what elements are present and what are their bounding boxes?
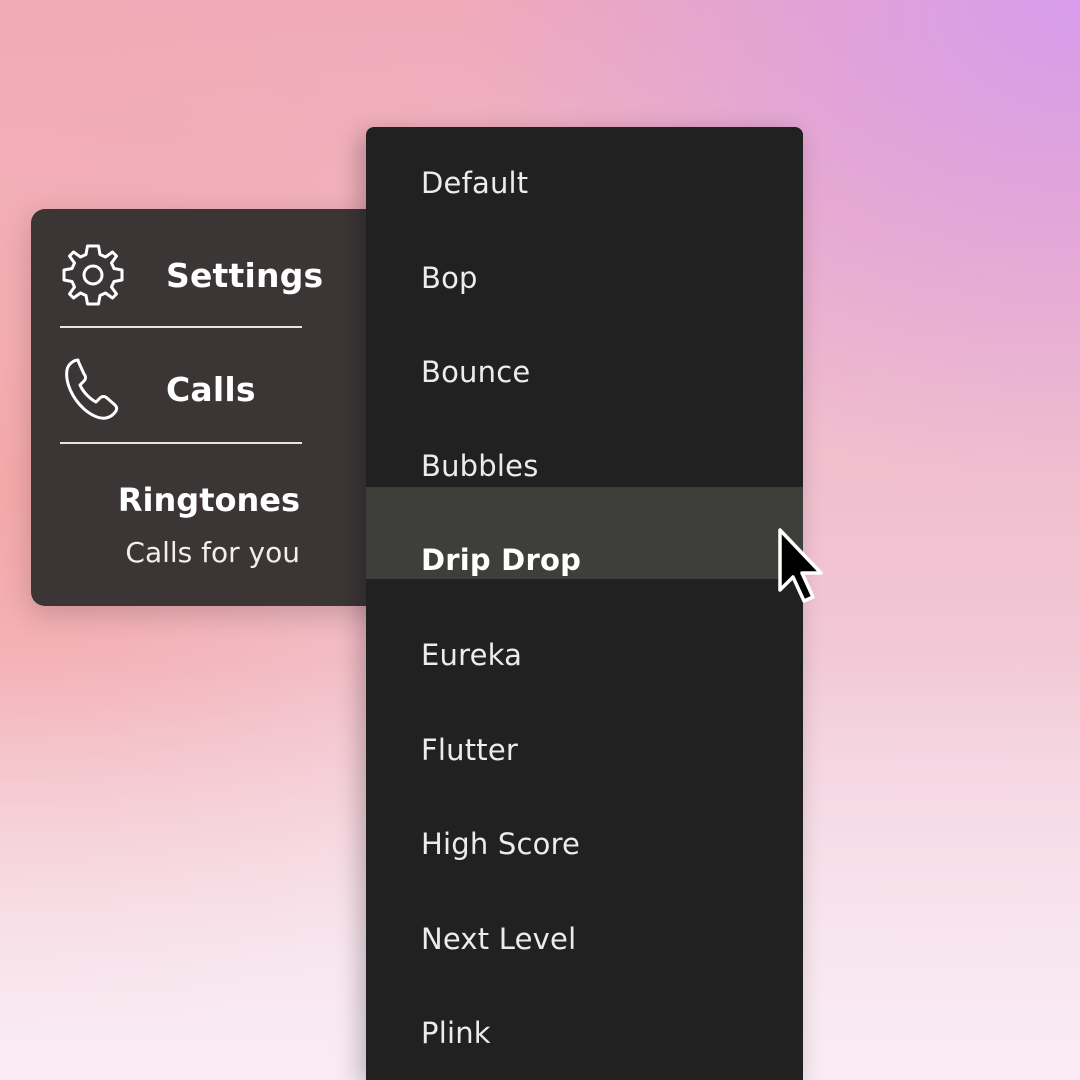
ringtone-option-default[interactable]: Default — [366, 137, 803, 229]
ringtone-dropdown-list: Default Bop Bounce Bubbles Drip Drop Eur… — [366, 127, 803, 1080]
ringtone-option-plink[interactable]: Plink — [366, 987, 803, 1079]
calls-label: Calls — [166, 369, 256, 409]
ringtone-option-bounce[interactable]: Bounce — [366, 326, 803, 418]
option-label: Flutter — [421, 733, 519, 767]
phone-icon — [60, 356, 126, 422]
ringtone-option-drip-drop[interactable]: Drip Drop — [366, 487, 803, 579]
ringtone-option-flutter[interactable]: Flutter — [366, 704, 803, 796]
ringtone-option-bop[interactable]: Bop — [366, 232, 803, 324]
ringtone-option-next-level[interactable]: Next Level — [366, 893, 803, 985]
option-label: High Score — [421, 827, 581, 861]
gear-icon — [60, 242, 126, 308]
option-label: Next Level — [421, 922, 577, 956]
ringtones-subtitle: Calls for you — [125, 536, 300, 569]
ringtone-option-high-score[interactable]: High Score — [366, 798, 803, 890]
ringtones-title: Ringtones — [117, 481, 300, 519]
mouse-cursor-icon — [778, 528, 823, 603]
option-label: Bubbles — [421, 449, 539, 483]
ringtone-option-eureka[interactable]: Eureka — [366, 609, 803, 701]
divider — [60, 326, 302, 328]
settings-panel: Settings Calls Ringtones Calls for you — [31, 209, 401, 606]
option-label: Default — [421, 166, 529, 200]
option-label: Bop — [421, 261, 478, 295]
settings-label: Settings — [166, 255, 324, 295]
option-label: Eureka — [421, 638, 523, 672]
option-label: Drip Drop — [421, 543, 582, 577]
nav-item-calls[interactable]: Calls — [60, 355, 302, 423]
divider — [60, 442, 302, 444]
nav-item-settings[interactable]: Settings — [60, 241, 323, 309]
option-label: Bounce — [421, 355, 531, 389]
option-label: Plink — [421, 1016, 491, 1050]
